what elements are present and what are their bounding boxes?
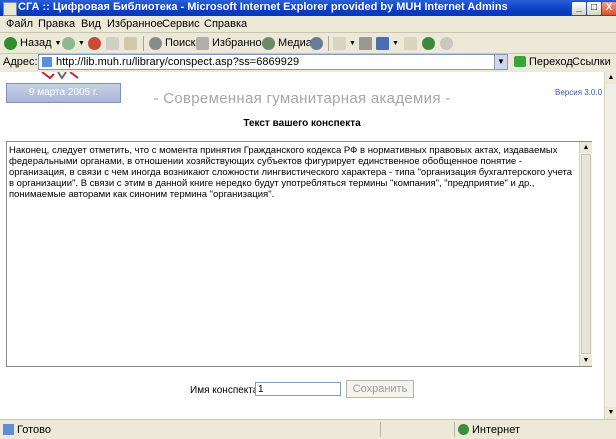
scroll-down-icon[interactable]: ▼	[580, 355, 592, 366]
window-title: СГА :: Цифровая Библиотека - Microsoft I…	[18, 1, 508, 13]
maximize-button[interactable]: □	[586, 1, 602, 16]
home-button[interactable]	[124, 36, 140, 50]
scroll-up-icon[interactable]: ▲	[605, 72, 616, 84]
home-icon	[124, 36, 137, 50]
toolbar-separator	[328, 36, 329, 51]
textarea-scrollbar[interactable]: ▲ ▼	[579, 142, 592, 366]
status-divider	[454, 422, 455, 437]
print-button[interactable]	[359, 36, 375, 50]
mail-icon	[333, 36, 346, 50]
page-title: Текст вашего конспекта	[243, 118, 361, 129]
minimize-button[interactable]: _	[571, 1, 587, 16]
research-icon	[422, 36, 435, 50]
favorites-icon	[196, 36, 209, 50]
favorites-button[interactable]: Избранное	[196, 36, 268, 50]
version-label: Версия 3.0.0	[555, 88, 603, 97]
status-text: Готово	[17, 424, 51, 436]
menu-view[interactable]: Вид	[81, 18, 101, 30]
address-bar: Адрес: http://lib.muh.ru/library/conspec…	[0, 54, 616, 71]
address-dropdown[interactable]: ▼	[494, 55, 507, 69]
history-icon	[310, 36, 323, 50]
conspect-textarea[interactable]: Наконец, следует отметить, что с момента…	[6, 141, 592, 367]
page-scrollbar[interactable]: ▲ ▼	[604, 72, 616, 419]
favorites-label: Избранное	[212, 37, 268, 49]
menu-help[interactable]: Справка	[204, 18, 247, 30]
title-bar: СГА :: Цифровая Библиотека - Microsoft I…	[0, 0, 616, 16]
search-icon	[149, 36, 162, 50]
messenger-button[interactable]	[440, 36, 456, 50]
address-input[interactable]: http://lib.muh.ru/library/conspect.asp?s…	[38, 54, 508, 70]
media-button[interactable]: Медиа	[262, 36, 312, 50]
toolbar: Назад ▼ ▼ Поиск Избранное Медиа ▼ ▼	[0, 33, 616, 54]
internet-zone-icon	[458, 424, 469, 435]
discuss-icon	[404, 36, 417, 50]
back-label: Назад	[20, 37, 52, 49]
scroll-down-icon[interactable]: ▼	[605, 407, 616, 419]
status-divider	[380, 422, 381, 437]
page-done-icon	[3, 424, 14, 435]
menu-file[interactable]: Файл	[6, 18, 33, 30]
academy-title: - Современная гуманитарная академия -	[153, 90, 451, 107]
chevron-down-icon: ▼	[392, 39, 399, 47]
media-icon	[262, 36, 275, 50]
status-zone: Интернет	[472, 424, 520, 436]
refresh-icon	[106, 36, 119, 50]
menu-edit[interactable]: Правка	[38, 18, 75, 30]
stop-button[interactable]	[88, 36, 104, 50]
forward-arrow-icon	[62, 36, 75, 50]
chevron-down-icon: ▼	[78, 39, 85, 47]
page-content: 9 марта 2005 г. - Современная гуманитарн…	[0, 72, 604, 419]
status-bar: Готово Интернет	[0, 419, 616, 439]
refresh-button[interactable]	[106, 36, 122, 50]
scroll-up-icon[interactable]: ▲	[580, 142, 592, 153]
back-button[interactable]: Назад ▼	[4, 36, 61, 50]
logo-fragment-icon	[41, 72, 79, 80]
go-button[interactable]: Переход	[514, 56, 573, 68]
address-url: http://lib.muh.ru/library/conspect.asp?s…	[56, 56, 300, 68]
word-edit-icon	[376, 36, 389, 50]
edit-button[interactable]: ▼	[376, 36, 399, 50]
search-label: Поиск	[165, 37, 196, 49]
menu-bar: Файл Правка Вид Избранное Сервис Справка	[0, 16, 616, 33]
ie-icon	[3, 2, 17, 16]
menu-favorites[interactable]: Избранное	[107, 18, 163, 30]
chevron-down-icon: ▼	[349, 39, 356, 47]
back-arrow-icon	[4, 36, 17, 50]
menu-tools[interactable]: Сервис	[162, 18, 200, 30]
forward-button[interactable]: ▼	[62, 36, 85, 50]
go-label: Переход	[529, 56, 573, 68]
conspect-name-label: Имя конспекта	[190, 385, 259, 396]
conspect-text: Наконец, следует отметить, что с момента…	[9, 145, 573, 200]
chevron-down-icon: ▼	[54, 39, 62, 47]
media-label: Медиа	[278, 37, 312, 49]
mail-button[interactable]: ▼	[333, 36, 356, 50]
go-arrow-icon	[514, 56, 526, 67]
close-button[interactable]: X	[601, 1, 616, 16]
stop-icon	[88, 36, 101, 50]
save-button[interactable]: Сохранить	[346, 380, 414, 398]
print-icon	[359, 36, 372, 50]
discuss-button[interactable]	[404, 36, 420, 50]
history-button[interactable]	[310, 36, 326, 50]
messenger-icon	[440, 36, 453, 50]
search-button[interactable]: Поиск	[149, 36, 195, 50]
conspect-name-input[interactable]: 1	[255, 382, 341, 396]
links-button[interactable]: Ссылки	[572, 56, 611, 68]
scroll-thumb[interactable]	[581, 154, 591, 354]
address-label: Адрес:	[3, 56, 38, 68]
page-icon	[42, 57, 52, 67]
research-button[interactable]	[422, 36, 438, 50]
toolbar-separator	[143, 36, 144, 51]
